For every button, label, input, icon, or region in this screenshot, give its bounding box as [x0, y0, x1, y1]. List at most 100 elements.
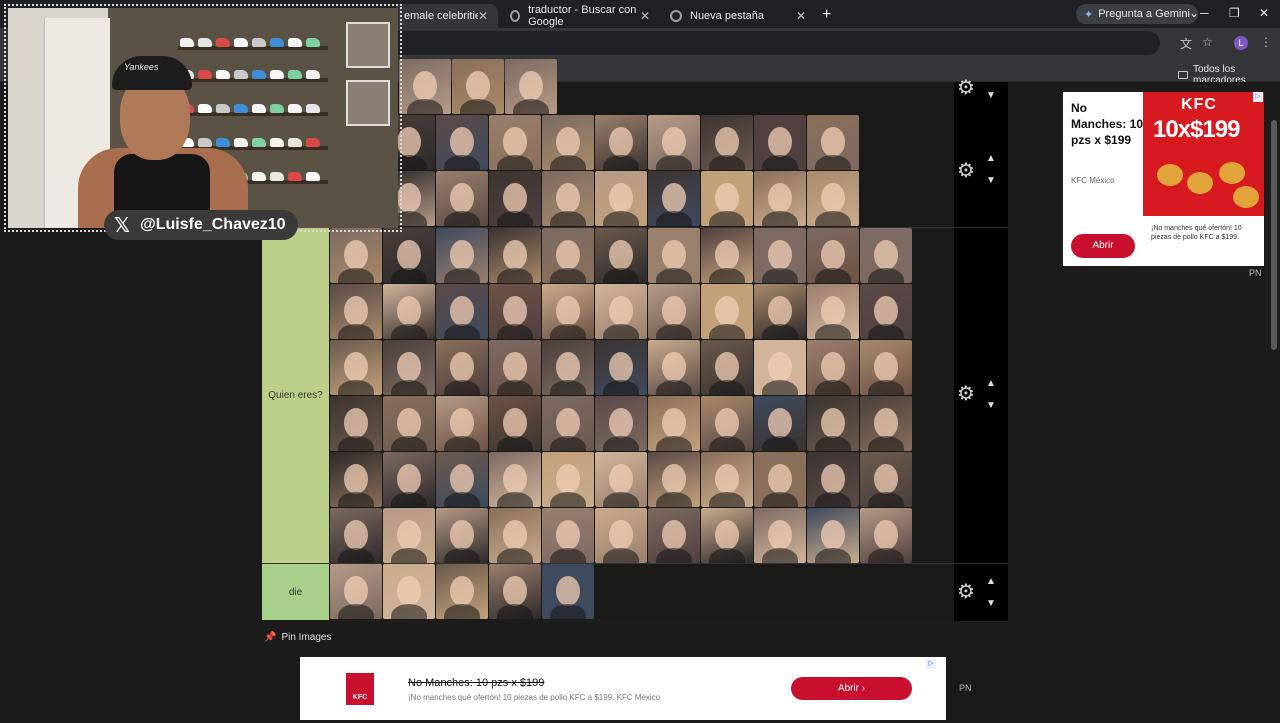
tier-item-image[interactable]: [436, 564, 488, 619]
tier-item-image[interactable]: [542, 171, 594, 226]
tier-item-image[interactable]: [505, 59, 557, 114]
tier-item-image[interactable]: [595, 228, 647, 283]
gear-icon[interactable]: ⚙: [954, 159, 978, 183]
tier-item-image[interactable]: [595, 171, 647, 226]
page-scrollbar[interactable]: [1271, 120, 1277, 350]
adchoices-icon[interactable]: ▷: [1253, 92, 1263, 102]
restore-icon[interactable]: ❐: [1229, 6, 1240, 20]
gear-icon[interactable]: ⚙: [954, 382, 978, 406]
tier-item-image[interactable]: [807, 452, 859, 507]
tier-item-image[interactable]: [648, 115, 700, 170]
gear-icon[interactable]: ⚙: [954, 76, 978, 100]
close-icon[interactable]: ✕: [796, 9, 806, 23]
tier-item-image[interactable]: [330, 452, 382, 507]
tier-item-image[interactable]: [489, 115, 541, 170]
minimize-icon[interactable]: ─: [1200, 6, 1209, 20]
tier-item-image[interactable]: [648, 228, 700, 283]
tier-item-image[interactable]: [860, 228, 912, 283]
tier-item-image[interactable]: [648, 340, 700, 395]
tier-item-image[interactable]: [701, 115, 753, 170]
tier-item-image[interactable]: [383, 452, 435, 507]
tier-item-image[interactable]: [860, 340, 912, 395]
ad-image[interactable]: KFC 10x$199: [1143, 92, 1264, 216]
tier-item-image[interactable]: [383, 228, 435, 283]
address-bar[interactable]: [380, 31, 1160, 55]
tier-item-image[interactable]: [489, 340, 541, 395]
tier-item-image[interactable]: [595, 284, 647, 339]
tier-item-image[interactable]: [489, 396, 541, 451]
tier-item-image[interactable]: [330, 508, 382, 563]
menu-icon[interactable]: ⋮: [1260, 35, 1272, 49]
tier-item-image[interactable]: [754, 284, 806, 339]
tier-label[interactable]: Quien eres?: [262, 228, 329, 563]
bottom-ad[interactable]: KFC No Manches: 10 pzs x $199 ¡No manche…: [300, 657, 946, 720]
chevron-down-icon[interactable]: ▼: [986, 90, 996, 101]
tier-item-image[interactable]: [701, 284, 753, 339]
tier-item-image[interactable]: [383, 564, 435, 619]
tier-item-image[interactable]: [701, 508, 753, 563]
tier-item-image[interactable]: [595, 115, 647, 170]
tier-item-image[interactable]: [436, 115, 488, 170]
tier-item-image[interactable]: [383, 340, 435, 395]
tier-item-image[interactable]: [860, 284, 912, 339]
tier-item-image[interactable]: [701, 171, 753, 226]
tier-item-image[interactable]: [701, 228, 753, 283]
sidebar-ad[interactable]: No Manches: 10 pzs x $199 KFC México KFC…: [1063, 92, 1264, 266]
chevron-down-icon[interactable]: ▼: [986, 400, 996, 411]
ad-headline[interactable]: No Manches: 10 pzs x $199: [408, 677, 544, 689]
tier-item-image[interactable]: [807, 284, 859, 339]
close-icon[interactable]: ✕: [478, 9, 488, 23]
tier-item-image[interactable]: [436, 228, 488, 283]
chevron-up-icon[interactable]: ▲: [986, 576, 996, 587]
tier-item-image[interactable]: [648, 284, 700, 339]
gear-icon[interactable]: ⚙: [954, 580, 978, 604]
tab-search-icon[interactable]: ⌄: [1189, 6, 1199, 20]
tier-item-image[interactable]: [595, 396, 647, 451]
tier-item-image[interactable]: [436, 508, 488, 563]
ad-headline[interactable]: No Manches: 10 pzs x $199: [1071, 100, 1145, 148]
tier-item-image[interactable]: [754, 171, 806, 226]
tier-item-image[interactable]: [383, 508, 435, 563]
tier-item-image[interactable]: [542, 115, 594, 170]
tier-item-image[interactable]: [542, 340, 594, 395]
tier-item-image[interactable]: [542, 284, 594, 339]
tier-item-image[interactable]: [807, 115, 859, 170]
ad-open-button[interactable]: Abrir ›: [791, 677, 912, 700]
tier-item-image[interactable]: [648, 452, 700, 507]
bookmark-star-icon[interactable]: ☆: [1202, 35, 1213, 49]
tier-item-image[interactable]: [595, 340, 647, 395]
tier-item-image[interactable]: [648, 508, 700, 563]
tier-item-image[interactable]: [452, 59, 504, 114]
tier-item-image[interactable]: [542, 396, 594, 451]
ad-open-button[interactable]: Abrir: [1071, 234, 1135, 258]
tier-item-image[interactable]: [860, 508, 912, 563]
tier-item-image[interactable]: [330, 564, 382, 619]
tier-item-image[interactable]: [436, 452, 488, 507]
tier-item-image[interactable]: [330, 340, 382, 395]
pin-images-toggle[interactable]: 📌 Pin Images: [264, 632, 331, 643]
tier-item-image[interactable]: [701, 396, 753, 451]
adchoices-icon[interactable]: ▷: [926, 659, 936, 669]
tier-item-image[interactable]: [754, 396, 806, 451]
chevron-down-icon[interactable]: ▼: [986, 598, 996, 609]
tier-item-image[interactable]: [754, 228, 806, 283]
profile-avatar[interactable]: L: [1234, 36, 1248, 50]
tier-item-image[interactable]: [807, 508, 859, 563]
tier-item-image[interactable]: [754, 452, 806, 507]
tier-item-image[interactable]: [648, 171, 700, 226]
tab-tierlist[interactable]: emale celebrities Tie ✕: [394, 4, 498, 28]
tier-item-image[interactable]: [754, 340, 806, 395]
close-icon[interactable]: ✕: [640, 9, 650, 23]
tier-item-image[interactable]: [436, 171, 488, 226]
tier-item-image[interactable]: [860, 396, 912, 451]
tier-item-image[interactable]: [383, 284, 435, 339]
tier-item-image[interactable]: [489, 228, 541, 283]
tier-item-image[interactable]: [330, 284, 382, 339]
tier-item-image[interactable]: [807, 171, 859, 226]
chevron-up-icon[interactable]: ▲: [986, 378, 996, 389]
tier-item-image[interactable]: [701, 452, 753, 507]
tier-item-image[interactable]: [399, 59, 451, 114]
tier-item-image[interactable]: [436, 396, 488, 451]
tier-label[interactable]: die: [262, 564, 329, 620]
new-tab-button[interactable]: +: [822, 6, 831, 24]
